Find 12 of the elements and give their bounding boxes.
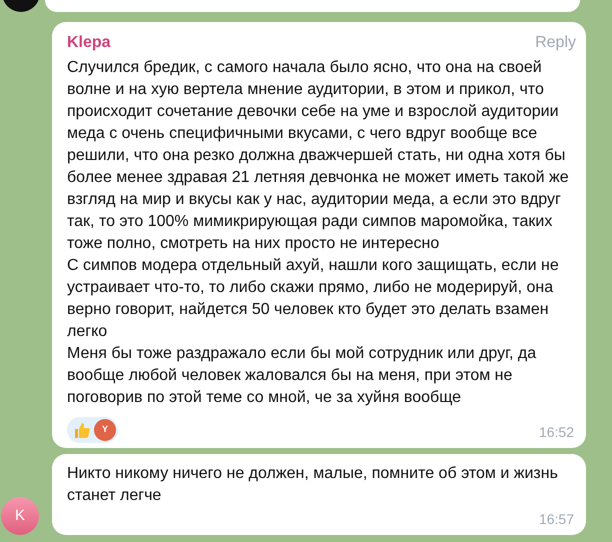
sender-name[interactable]: Klepa [67, 31, 111, 55]
avatar[interactable]: K [1, 497, 39, 535]
message-text: Случился бредик, с самого начала было ясно, что она на своей волне и на хую вертела мнение аудитории, в этом и прикол, что происходит сочетание девочки себе на уме и взрослой аудитории меда с очень специфичными вкусами, с чего вдруг вообще все решили, что она резко должна дважчершей стать, ни одна хотя бы более менее здравая 21 летняя девчонка не может иметь такой же взгляд на мир и вкусы как у нас, аудитории меда, а если это вдруг так, то это 100% мимикрирующая ради симпов маромойка, таких тоже полно, смотреть на них просто не интересно [67, 58, 570, 254]
message-time: 16:57 [538, 510, 574, 529]
message-text: С симпов модера отдельный ахуй, нашли кого защищать, если не устраивает что-то, то либо скажи прямо, либо не модерируй, она верно говорит, найдется 50 человек кто будет это делать взамен легко [67, 256, 560, 342]
reactor-avatar: Y [94, 419, 116, 441]
thumbs-up-icon [72, 420, 92, 440]
message-text: Никто никому ничего не должен, малые, помните об этом и жизнь станет легче [67, 464, 559, 506]
message-text: Меня бы тоже раздражало если бы мой сотрудник или друг, да вообще любой человек жаловался бы на меня, при этом не поговорив по этой теме со мной, че за хуйня вообще [67, 344, 538, 408]
reaction-pill[interactable]: Y [67, 417, 118, 443]
reply-link[interactable]: Reply [535, 31, 576, 55]
message-time: 16:52 [538, 423, 574, 442]
